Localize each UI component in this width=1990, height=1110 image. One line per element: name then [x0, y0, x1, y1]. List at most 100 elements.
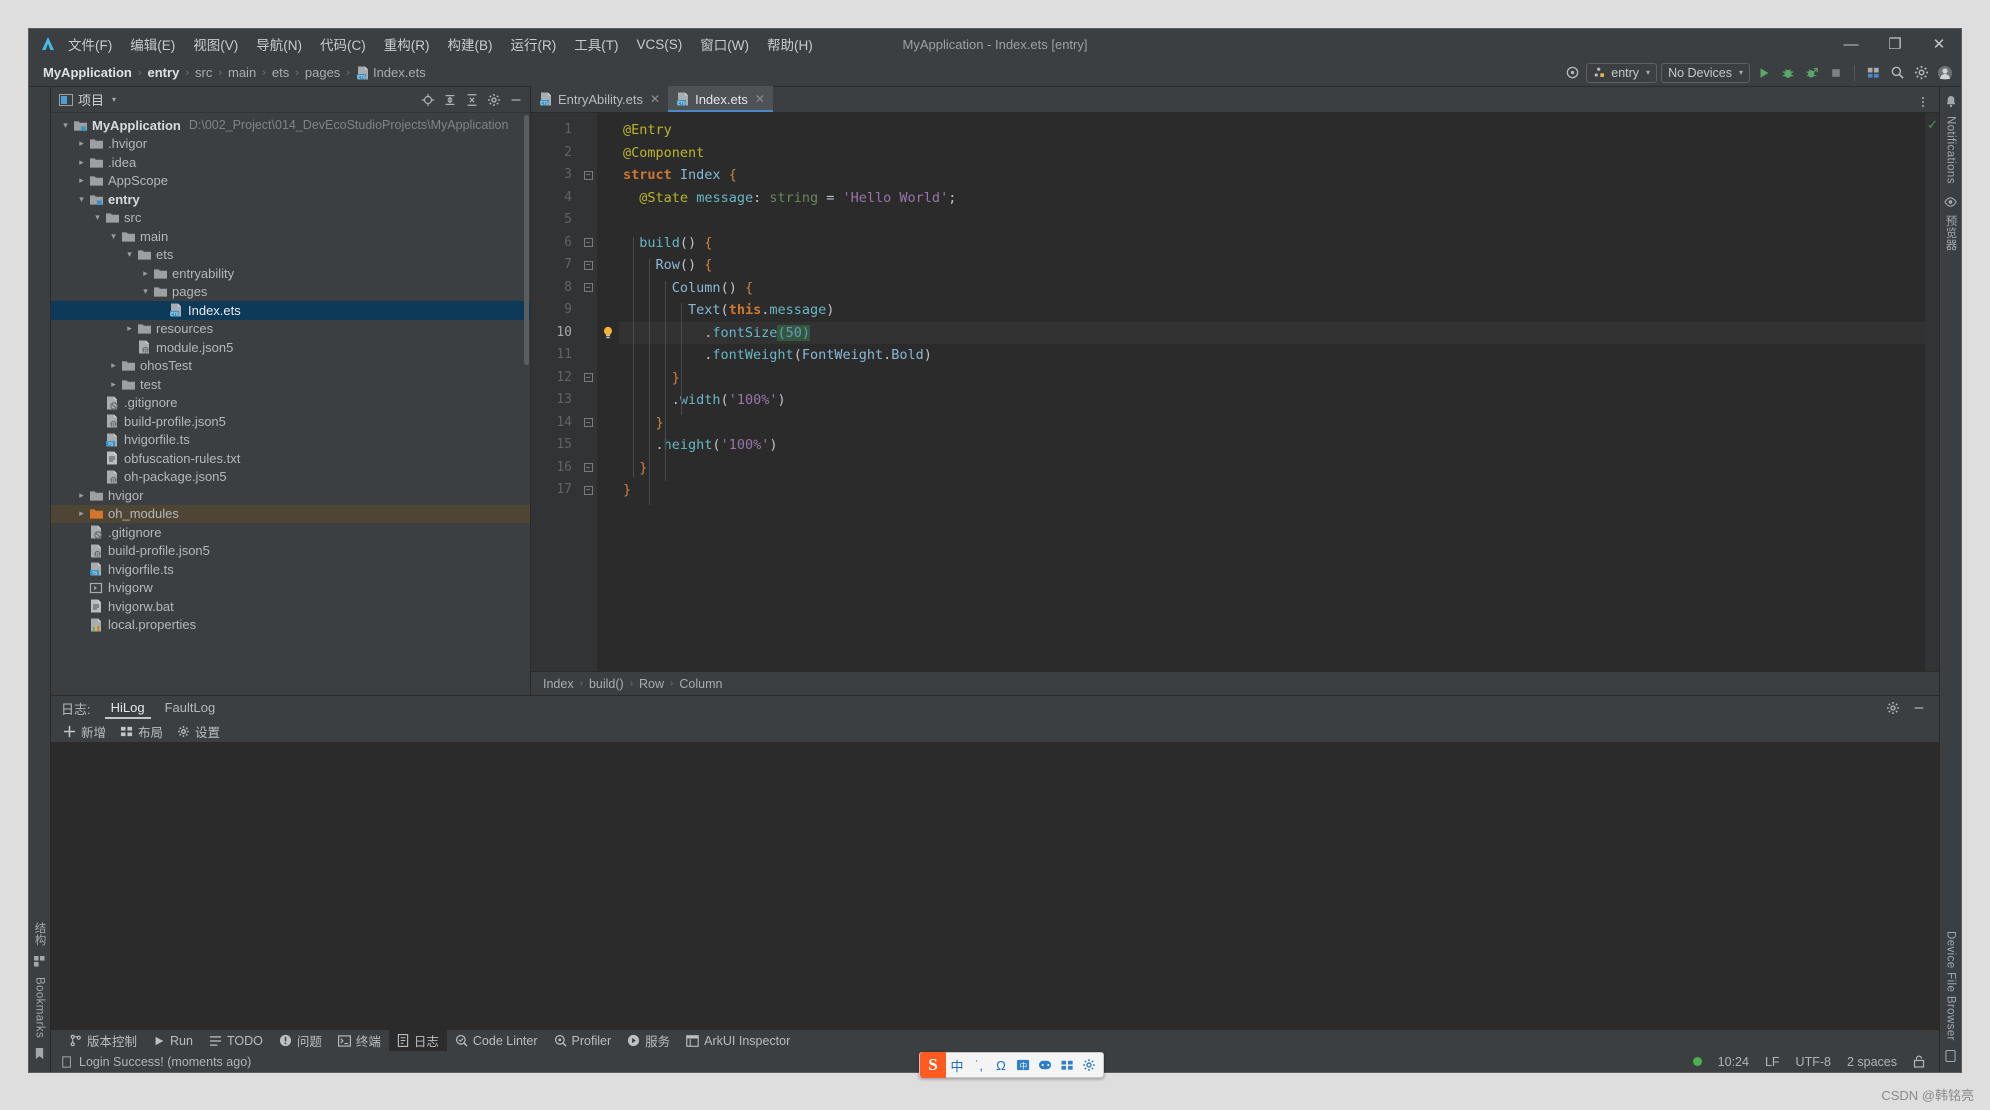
fold-cell[interactable]: −	[579, 232, 597, 255]
bulb-cell[interactable]	[597, 434, 619, 457]
code-area[interactable]: 1 2 3 4 5 6 7 8 9 10 11 12 13 14 15 16 17 − − − − − − − − @Entr…	[531, 113, 1939, 671]
bulb-cell[interactable]	[597, 299, 619, 322]
close-icon[interactable]: ✕	[650, 92, 660, 106]
status-tool-code-linter[interactable]: Code Linter	[447, 1032, 546, 1050]
tree-row[interactable]: ETS Index.ets	[51, 301, 530, 320]
fold-cell[interactable]	[579, 209, 597, 232]
keyboard-icon[interactable]: 中	[1012, 1052, 1034, 1078]
log-toolbar-button-0[interactable]: 新增	[63, 722, 106, 741]
breadcrumb-item-5[interactable]: pages	[301, 64, 344, 81]
run-button[interactable]	[1754, 63, 1774, 83]
fold-toggle-icon[interactable]: −	[583, 238, 593, 248]
status-tool-log[interactable]: 日志	[388, 1029, 447, 1052]
editor-breadcrumb-item-1[interactable]: build()	[589, 677, 624, 691]
minimize-button[interactable]: —	[1829, 29, 1873, 59]
status-encoding[interactable]: UTF-8	[1796, 1055, 1831, 1069]
chevron-right-icon[interactable]: ▸	[75, 138, 88, 149]
fold-toggle-icon[interactable]: −	[583, 373, 593, 383]
fold-cell[interactable]: −	[579, 479, 597, 502]
sogou-ime-toolbar[interactable]: S 中 ˙, Ω 中	[919, 1052, 1104, 1078]
fold-cell[interactable]: −	[579, 412, 597, 435]
chevron-right-icon[interactable]: ▸	[75, 490, 88, 501]
bulb-cell[interactable]	[597, 367, 619, 390]
tree-row[interactable]: ▸ resources	[51, 320, 530, 339]
locate-file-icon[interactable]	[418, 90, 438, 110]
breadcrumb-item-1[interactable]: entry	[144, 64, 184, 81]
tree-row[interactable]: .gitignore	[51, 523, 530, 542]
code-folding-column[interactable]: − − − − − − − −	[579, 113, 597, 671]
breadcrumb-item-6[interactable]: ETS Index.ets	[352, 64, 430, 81]
fold-cell[interactable]: −	[579, 277, 597, 300]
tree-row[interactable]: TS hvigorfile.ts	[51, 431, 530, 450]
tree-row[interactable]: {} build-profile.json5	[51, 542, 530, 561]
code-line[interactable]: build() {	[619, 232, 1925, 255]
breadcrumb-item-4[interactable]: ets	[268, 64, 293, 81]
code-text[interactable]: @Entry @Component struct Index { @State me…	[619, 113, 1925, 671]
status-tool-profiler[interactable]: Profiler	[546, 1032, 620, 1050]
status-line-separator[interactable]: LF	[1765, 1055, 1780, 1069]
target-icon[interactable]	[1562, 63, 1582, 83]
chevron-right-icon[interactable]: ▸	[75, 175, 88, 186]
fold-toggle-icon[interactable]: −	[583, 485, 593, 495]
chevron-down-icon[interactable]: ▾	[139, 286, 152, 297]
tree-row[interactable]: ▸ .hvigor	[51, 135, 530, 154]
status-indent[interactable]: 2 spaces	[1847, 1055, 1897, 1069]
rail-item-structure[interactable]: 结构	[32, 922, 48, 946]
tree-row[interactable]: {} build-profile.json5	[51, 412, 530, 431]
code-line[interactable]: }	[619, 479, 1925, 502]
stop-button[interactable]	[1826, 63, 1846, 83]
rail-item-bookmarks[interactable]: Bookmarks	[34, 977, 46, 1038]
fold-toggle-icon[interactable]: −	[583, 418, 593, 428]
lock-icon[interactable]	[1913, 1055, 1925, 1068]
breadcrumb-item-2[interactable]: src	[191, 64, 216, 81]
fold-cell[interactable]	[579, 142, 597, 165]
tree-row[interactable]: hvigorw	[51, 579, 530, 598]
bulb-cell[interactable]	[597, 187, 619, 210]
bulb-cell[interactable]	[597, 277, 619, 300]
fold-cell[interactable]	[579, 322, 597, 345]
close-button[interactable]: ✕	[1917, 29, 1961, 59]
tree-row[interactable]: ▾ src	[51, 209, 530, 228]
attach-debugger-button[interactable]	[1802, 63, 1822, 83]
code-line[interactable]: .height('100%')	[619, 434, 1925, 457]
code-line[interactable]: @Component	[619, 142, 1925, 165]
hide-panel-icon[interactable]	[506, 90, 526, 110]
tree-row[interactable]: ▸ hvigor	[51, 486, 530, 505]
code-line[interactable]: .width('100%')	[619, 389, 1925, 412]
debug-button[interactable]	[1778, 63, 1798, 83]
fold-cell[interactable]: −	[579, 457, 597, 480]
menu-item-9[interactable]: VCS(S)	[628, 35, 692, 54]
tree-row[interactable]: ▾ pages	[51, 283, 530, 302]
intention-bulb-column[interactable]	[597, 113, 619, 671]
fold-cell[interactable]: −	[579, 254, 597, 277]
tree-row[interactable]: ▾ entry	[51, 190, 530, 209]
editor-breadcrumb-item-0[interactable]: Index	[543, 677, 574, 691]
bulb-cell[interactable]	[597, 457, 619, 480]
menu-item-10[interactable]: 窗口(W)	[691, 32, 758, 56]
chevron-right-icon[interactable]: ▸	[75, 508, 88, 519]
lightbulb-icon[interactable]	[597, 322, 619, 345]
status-tool-services[interactable]: 服务	[619, 1029, 678, 1052]
menu-item-6[interactable]: 构建(B)	[439, 32, 502, 56]
breadcrumb-item-3[interactable]: main	[224, 64, 260, 81]
ime-symbol-button[interactable]: Ω	[990, 1052, 1012, 1078]
settings-gear-icon[interactable]	[484, 90, 504, 110]
rail-item-device-file-browser[interactable]: Device File Browser	[1945, 931, 1957, 1041]
editor-tab-0[interactable]: ETS EntryAbility.ets ✕	[531, 86, 669, 112]
menu-item-8[interactable]: 工具(T)	[565, 32, 627, 56]
status-tool-run[interactable]: Run	[145, 1032, 201, 1050]
tree-row[interactable]: obfuscation-rules.txt	[51, 449, 530, 468]
tree-row[interactable]: TS hvigorfile.ts	[51, 560, 530, 579]
tree-row[interactable]: ▸ .idea	[51, 153, 530, 172]
editor-breadcrumb-item-3[interactable]: Column	[679, 677, 722, 691]
tree-row[interactable]: hvigorw.bat	[51, 597, 530, 616]
bulb-cell[interactable]	[597, 412, 619, 435]
tree-row[interactable]: ▾ MyApplication D:\002_Project\014_DevEcoS…	[51, 116, 530, 135]
fold-toggle-icon[interactable]: −	[583, 170, 593, 180]
code-line[interactable]: }	[619, 367, 1925, 390]
bulb-cell[interactable]	[597, 479, 619, 502]
code-line[interactable]: Row() {	[619, 254, 1925, 277]
status-tool-vcs[interactable]: 版本控制	[61, 1029, 145, 1052]
fold-cell[interactable]	[579, 119, 597, 142]
more-options-icon[interactable]	[1913, 92, 1933, 112]
